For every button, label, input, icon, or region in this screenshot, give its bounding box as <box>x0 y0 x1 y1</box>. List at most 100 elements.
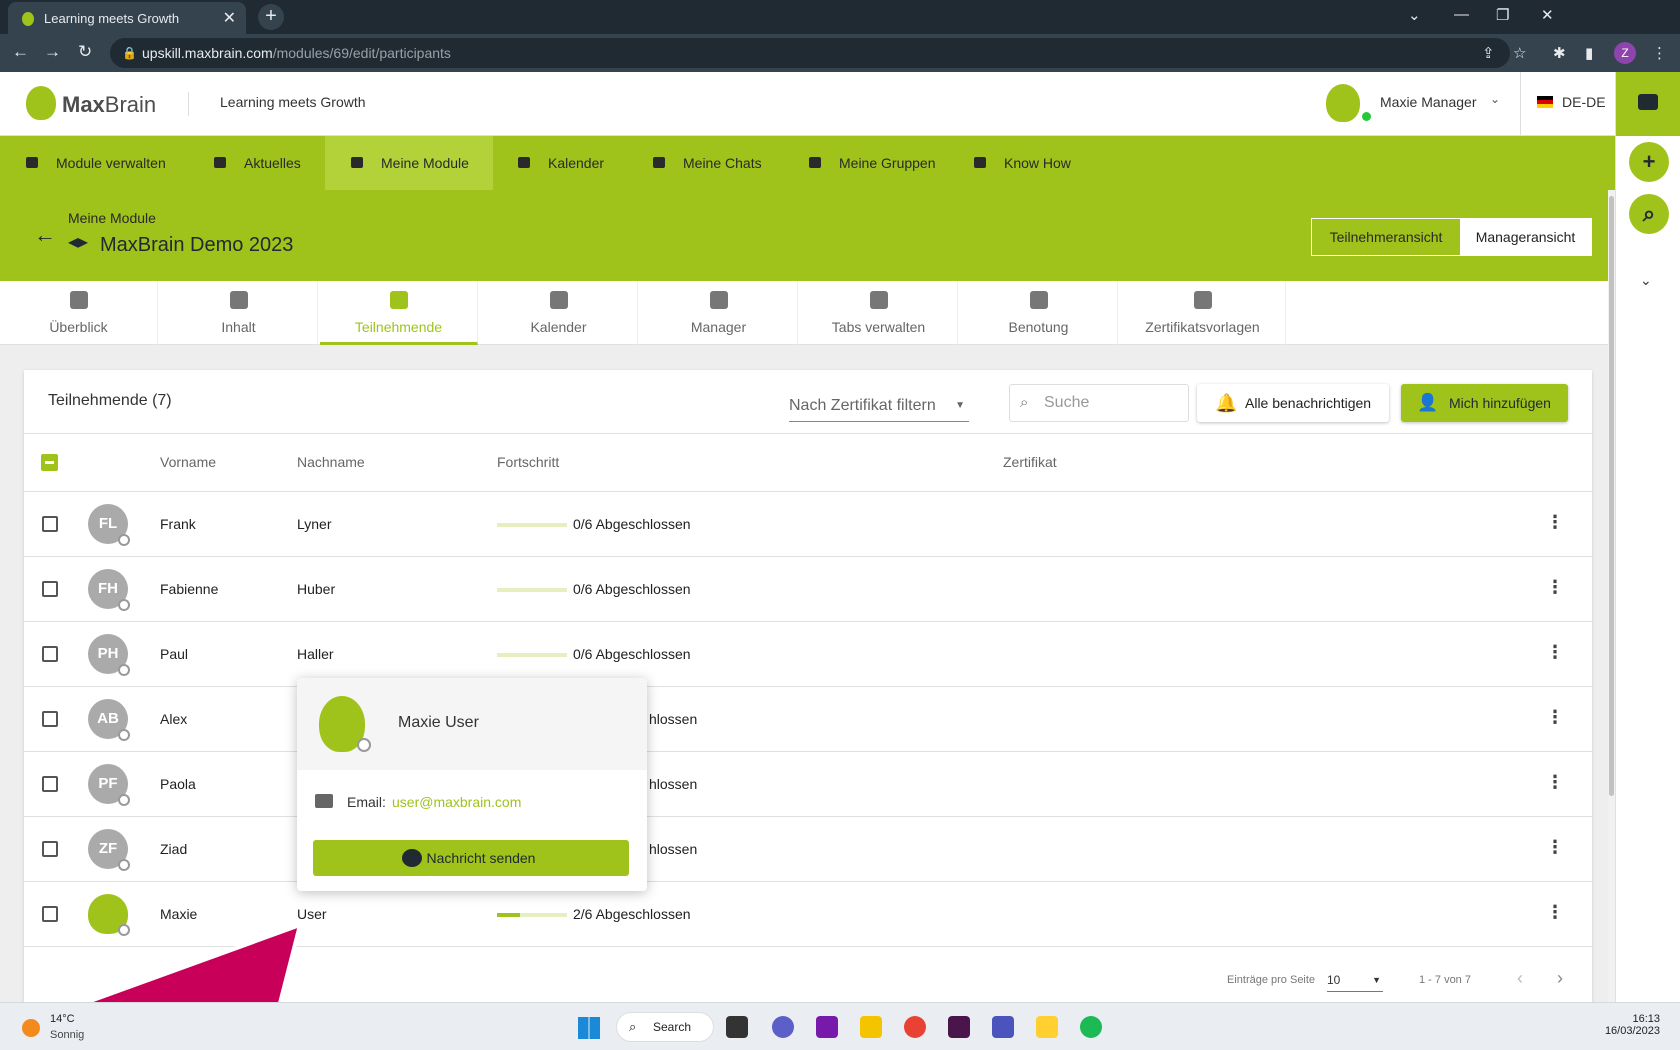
rail-chevron-down-icon[interactable]: ⌄ <box>1640 272 1652 289</box>
breadcrumb[interactable]: Meine Module <box>68 210 156 226</box>
tab-kalender[interactable]: Kalender <box>480 281 638 345</box>
tab-teilnehmende[interactable]: Teilnehmende <box>320 281 478 345</box>
row-checkbox[interactable] <box>42 516 58 532</box>
weather-temp[interactable]: 14°C <box>50 1013 75 1025</box>
row-checkbox[interactable] <box>42 776 58 792</box>
lastname-cell[interactable]: Lyner <box>297 516 332 532</box>
search-button[interactable]: ⌕ <box>1629 194 1669 234</box>
chrome-icon[interactable] <box>904 1016 926 1038</box>
tab-tabs-verwalten[interactable]: Tabs verwalten <box>800 281 958 345</box>
logo-text[interactable]: MaxBrain <box>62 92 156 118</box>
tab-search-icon[interactable]: ⌄ <box>1408 6 1421 24</box>
share-icon[interactable]: ⇪ <box>1482 44 1495 62</box>
nav-item-meine-module[interactable]: Meine Module <box>325 136 493 190</box>
tab-zertifikatsvorlagen[interactable]: Zertifikatsvorlagen <box>1120 281 1286 345</box>
participant-view-button[interactable]: Teilnehmeransicht <box>1312 219 1460 255</box>
back-arrow-icon[interactable]: ← <box>34 222 56 248</box>
row-checkbox[interactable] <box>42 646 58 662</box>
select-all-checkbox[interactable] <box>41 454 58 471</box>
windows-start-icon[interactable] <box>578 1017 600 1039</box>
row-checkbox[interactable] <box>42 906 58 922</box>
email-link[interactable]: user@maxbrain.com <box>392 794 521 810</box>
maximize-icon[interactable]: ❐ <box>1496 6 1509 24</box>
forward-icon[interactable]: → <box>44 42 61 62</box>
more-vert-icon[interactable]: ⋮ <box>1546 512 1564 533</box>
url-input[interactable]: 🔒 upskill.maxbrain.com/modules/69/edit/p… <box>110 38 1510 68</box>
nav-item-kalender[interactable]: Kalender <box>492 136 628 190</box>
chevron-right-icon[interactable]: › <box>1557 968 1563 989</box>
weather-sun-icon[interactable] <box>22 1019 40 1037</box>
sidepanel-icon[interactable]: ▮ <box>1585 44 1593 62</box>
brain-logo-icon[interactable] <box>26 86 56 120</box>
profile-avatar[interactable]: Z <box>1614 42 1636 64</box>
more-vert-icon[interactable]: ⋮ <box>1546 772 1564 793</box>
extensions-icon[interactable]: ✱ <box>1553 44 1566 62</box>
table-row[interactable]: PH Paul Haller 0/6 Abgeschlossen ⋮ <box>24 622 1592 687</box>
tab-inhalt[interactable]: Inhalt <box>160 281 318 345</box>
miro-icon[interactable] <box>1036 1016 1058 1038</box>
new-tab-button[interactable]: + <box>258 4 284 30</box>
tab-manager[interactable]: Manager <box>640 281 798 345</box>
taskbar-search[interactable]: ⌕ Search <box>616 1012 714 1042</box>
file-explorer-icon[interactable] <box>860 1016 882 1038</box>
lastname-cell[interactable]: Huber <box>297 581 335 597</box>
table-row[interactable]: Maxie User 2/6 Abgeschlossen ⋮ <box>24 882 1592 947</box>
per-page-select[interactable]: 10 ▼ <box>1327 968 1383 992</box>
german-flag-icon[interactable] <box>1537 96 1553 108</box>
add-button[interactable]: + <box>1629 142 1669 182</box>
manager-view-button[interactable]: Manageransicht <box>1460 219 1591 255</box>
onenote-icon[interactable] <box>816 1016 838 1038</box>
nav-item-know-how[interactable]: Know How <box>948 136 1095 190</box>
back-icon[interactable]: ← <box>12 42 29 62</box>
nav-item-aktuelles[interactable]: Aktuelles <box>188 136 325 190</box>
lastname-cell[interactable]: Haller <box>297 646 334 662</box>
more-vert-icon[interactable]: ⋮ <box>1546 577 1564 598</box>
nav-item-meine-gruppen[interactable]: Meine Gruppen <box>783 136 960 190</box>
bookmark-star-icon[interactable]: ☆ <box>1513 44 1526 62</box>
close-tab-icon[interactable]: ✕ <box>223 8 236 28</box>
add-me-button[interactable]: 👤 Mich hinzufügen <box>1401 384 1568 422</box>
nav-item-module-verwalten[interactable]: Module verwalten <box>0 136 190 190</box>
row-checkbox[interactable] <box>42 711 58 727</box>
browser-menu-icon[interactable]: ⋮ <box>1652 44 1667 62</box>
row-checkbox[interactable] <box>42 581 58 597</box>
teams-icon[interactable] <box>992 1016 1014 1038</box>
task-view-icon[interactable] <box>726 1016 748 1038</box>
tab-benotung[interactable]: Benotung <box>960 281 1118 345</box>
col-lastname[interactable]: Nachname <box>297 454 365 470</box>
table-row[interactable]: FH Fabienne Huber 0/6 Abgeschlossen ⋮ <box>24 557 1592 622</box>
table-row[interactable]: PF Paola hlossen ⋮ <box>24 752 1592 817</box>
table-row[interactable]: ZF Ziad hlossen ⋮ <box>24 817 1592 882</box>
weather-desc[interactable]: Sonnig <box>50 1029 84 1041</box>
user-avatar[interactable] <box>1326 84 1360 122</box>
row-checkbox[interactable] <box>42 841 58 857</box>
more-vert-icon[interactable]: ⋮ <box>1546 902 1564 923</box>
chevron-down-icon[interactable]: ⌄ <box>1490 92 1500 106</box>
more-vert-icon[interactable]: ⋮ <box>1546 642 1564 663</box>
teams-chat-icon[interactable] <box>772 1016 794 1038</box>
tab-ueberblick[interactable]: Überblick <box>0 281 158 345</box>
table-row[interactable]: FL Frank Lyner 0/6 Abgeschlossen ⋮ <box>24 492 1592 557</box>
more-vert-icon[interactable]: ⋮ <box>1546 707 1564 728</box>
col-certificate[interactable]: Zertifikat <box>1003 454 1057 470</box>
search-input[interactable]: ⌕ Suche <box>1009 384 1189 422</box>
page-scrollbar-thumb[interactable] <box>1609 196 1614 796</box>
spotify-icon[interactable] <box>1080 1016 1102 1038</box>
close-window-icon[interactable]: ✕ <box>1541 6 1554 24</box>
browser-tab[interactable]: Learning meets Growth ✕ <box>8 2 246 34</box>
slack-icon[interactable] <box>948 1016 970 1038</box>
minimize-icon[interactable]: — <box>1454 6 1469 23</box>
notify-all-button[interactable]: 🔔 Alle benachrichtigen <box>1197 384 1389 422</box>
more-vert-icon[interactable]: ⋮ <box>1546 837 1564 858</box>
reload-icon[interactable]: ↻ <box>78 42 92 62</box>
lastname-cell[interactable]: User <box>297 906 327 922</box>
send-message-button[interactable]: Nachricht senden <box>313 840 629 876</box>
col-firstname[interactable]: Vorname <box>160 454 216 470</box>
col-progress[interactable]: Fortschritt <box>497 454 559 470</box>
taskbar-clock[interactable]: 16:13 16/03/2023 <box>1600 1013 1660 1037</box>
table-row[interactable]: AB Alex hlossen ⋮ <box>24 687 1592 752</box>
chevron-left-icon[interactable]: ‹ <box>1517 968 1523 989</box>
nav-item-meine-chats[interactable]: Meine Chats <box>627 136 786 190</box>
language-selector[interactable]: DE-DE <box>1562 94 1606 110</box>
certificate-filter-select[interactable]: Nach Zertifikat filtern ▼ <box>789 390 969 422</box>
